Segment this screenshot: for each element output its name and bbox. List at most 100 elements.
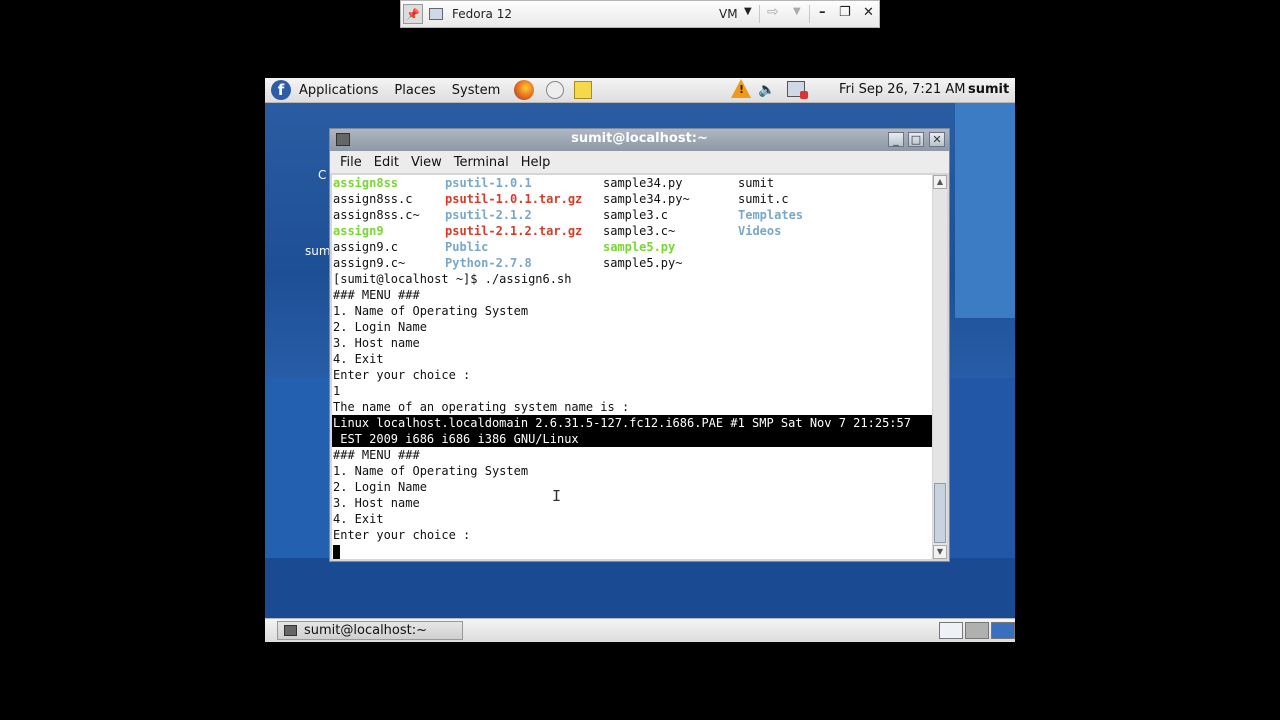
vm-menu-button[interactable]: VM bbox=[719, 7, 738, 21]
ls-entry: psutil-1.0.1 bbox=[445, 176, 532, 190]
top-panel: f Applications Places System ! 🔈 Fri Sep… bbox=[265, 78, 1015, 103]
divider bbox=[809, 5, 810, 23]
workspace-1[interactable] bbox=[939, 622, 963, 639]
ls-entry: Python-2.7.8 bbox=[445, 256, 532, 270]
close-button[interactable]: ✕ bbox=[929, 132, 945, 147]
terminal-line: 1. Name of Operating System bbox=[333, 464, 529, 478]
terminal-line: 1. Name of Operating System bbox=[333, 304, 529, 318]
terminal-line: 2. Login Name bbox=[333, 320, 427, 334]
ls-entry: psutil-1.0.1.tar.gz bbox=[445, 192, 583, 206]
terminal-window: sumit@localhost:~ _ □ ✕ File Edit View T… bbox=[329, 128, 950, 562]
ls-row: assign9.c Public sample5.py bbox=[332, 240, 932, 256]
scroll-up-icon[interactable]: ▲ bbox=[933, 175, 947, 189]
ls-row: assign9 psutil-2.1.2.tar.gz sample3.c~ Vide… bbox=[332, 224, 932, 240]
terminal-line: Enter your choice : bbox=[333, 368, 471, 382]
menu-edit[interactable]: Edit bbox=[374, 155, 399, 170]
terminal-line: 2. Login Name bbox=[333, 480, 427, 494]
taskbar-item-terminal[interactable]: sumit@localhost:~ bbox=[277, 621, 463, 640]
menu-help[interactable]: Help bbox=[521, 155, 551, 170]
minimize-button[interactable]: _ bbox=[888, 132, 904, 147]
notes-icon[interactable] bbox=[574, 81, 593, 99]
menu-applications[interactable]: Applications bbox=[299, 83, 378, 98]
maximize-button[interactable]: □ bbox=[908, 132, 924, 147]
forward-icon[interactable]: ⇨ bbox=[767, 4, 779, 20]
monitor-icon bbox=[429, 8, 443, 20]
terminal-line: ### MENU ### bbox=[333, 448, 420, 462]
pin-icon[interactable]: 📌 bbox=[403, 4, 423, 24]
ls-row: assign9.c~ Python-2.7.8 sample5.py~ bbox=[332, 256, 932, 272]
ls-entry: sample34.py~ bbox=[603, 192, 690, 206]
scroll-down-icon[interactable]: ▼ bbox=[933, 545, 947, 559]
ls-entry: sample5.py~ bbox=[603, 256, 683, 270]
desktop-icon-label[interactable]: sum bbox=[305, 244, 331, 258]
bottom-panel: sumit@localhost:~ bbox=[265, 618, 1015, 642]
restore-button[interactable]: ❐ bbox=[839, 5, 851, 20]
network-icon[interactable] bbox=[787, 81, 808, 99]
ls-entry: sample5.py bbox=[603, 240, 676, 254]
terminal-line: 4. Exit bbox=[333, 352, 384, 366]
menu-system[interactable]: System bbox=[452, 83, 500, 98]
vm-toolbar: 📌 Fedora 12 VM ▼ ⇨ ▼ – ❐ ✕ bbox=[400, 0, 880, 28]
terminal-line: ### MENU ### bbox=[333, 288, 420, 302]
scrollbar[interactable]: ▲ ▼ bbox=[933, 175, 947, 559]
divider bbox=[759, 5, 760, 23]
user-name[interactable]: sumit bbox=[968, 82, 1009, 97]
ls-entry: Public bbox=[445, 240, 489, 254]
ls-entry: sample3.c~ bbox=[603, 224, 676, 238]
mouse-ibeam-icon: I bbox=[552, 487, 562, 505]
ls-entry: assign8ss bbox=[333, 176, 399, 190]
clock[interactable]: Fri Sep 26, 7:21 AM bbox=[839, 82, 966, 97]
scroll-thumb[interactable] bbox=[934, 483, 946, 543]
volume-icon[interactable]: 🔈 bbox=[758, 82, 775, 98]
menu-terminal[interactable]: Terminal bbox=[454, 155, 509, 170]
chevron-down-icon[interactable]: ▼ bbox=[744, 6, 752, 17]
taskbar-item-label: sumit@localhost:~ bbox=[304, 623, 428, 638]
terminal-line: The name of an operating system name is … bbox=[333, 400, 630, 414]
terminal-icon bbox=[284, 625, 297, 636]
ls-entry: sumit bbox=[738, 176, 775, 190]
ls-entry: assign9 bbox=[333, 224, 384, 238]
workspace-2[interactable] bbox=[965, 622, 989, 639]
terminal-menubar: File Edit View Terminal Help bbox=[330, 151, 949, 173]
text-cursor bbox=[333, 545, 340, 559]
chevron-down-icon[interactable]: ▼ bbox=[793, 6, 801, 17]
terminal-line: 4. Exit bbox=[333, 512, 384, 526]
menu-file[interactable]: File bbox=[340, 155, 362, 170]
vm-title: Fedora 12 bbox=[452, 7, 512, 21]
fedora-logo-icon[interactable]: f bbox=[271, 80, 291, 100]
firefox-icon[interactable] bbox=[514, 80, 535, 100]
ls-entry: psutil-2.1.2.tar.gz bbox=[445, 224, 583, 238]
close-button[interactable]: ✕ bbox=[863, 5, 874, 20]
ls-entry: sample3.c bbox=[603, 208, 669, 222]
terminal-line: 3. Host name bbox=[333, 336, 420, 350]
show-desktop-icon[interactable] bbox=[991, 622, 1015, 639]
ls-entry: psutil-2.1.2 bbox=[445, 208, 532, 222]
terminal-line: [sumit@localhost ~]$ ./assign6.sh bbox=[333, 272, 572, 286]
minimize-button[interactable]: – bbox=[819, 5, 826, 20]
ls-entry: assign8ss.c bbox=[333, 192, 413, 206]
ls-entry: assign9.c bbox=[333, 240, 399, 254]
menu-places[interactable]: Places bbox=[394, 83, 435, 98]
terminal-screen[interactable]: assign8ss psutil-1.0.1 sample34.py sumit ass… bbox=[332, 175, 932, 559]
terminal-line: Linux localhost.localdomain 2.6.31.5-127… bbox=[333, 416, 911, 430]
guest-desktop: f Applications Places System ! 🔈 Fri Sep… bbox=[265, 78, 1015, 642]
terminal-line: 1 bbox=[333, 384, 341, 398]
desktop-icon-label[interactable]: C bbox=[318, 168, 326, 182]
ls-row: assign8ss.c psutil-1.0.1.tar.gz sample34.p… bbox=[332, 192, 932, 208]
window-title: sumit@localhost:~ bbox=[571, 131, 708, 146]
ls-row: assign8ss.c~ psutil-2.1.2 sample3.c Templat… bbox=[332, 208, 932, 224]
ls-entry: sample34.py bbox=[603, 176, 683, 190]
terminal-line: 3. Host name bbox=[333, 496, 420, 510]
ls-entry: sumit.c bbox=[738, 192, 789, 206]
ls-entry: assign8ss.c~ bbox=[333, 208, 420, 222]
menu-view[interactable]: View bbox=[411, 155, 442, 170]
terminal-line: Enter your choice : bbox=[333, 528, 471, 542]
mail-icon[interactable] bbox=[546, 81, 565, 99]
ls-entry: Videos bbox=[738, 224, 782, 238]
window-titlebar[interactable]: sumit@localhost:~ _ □ ✕ bbox=[330, 129, 949, 151]
selected-output[interactable]: Linux localhost.localdomain 2.6.31.5-127… bbox=[332, 415, 932, 447]
ls-entry: assign9.c~ bbox=[333, 256, 406, 270]
ls-row: assign8ss psutil-1.0.1 sample34.py sumit bbox=[332, 176, 932, 192]
terminal-line: EST 2009 i686 i686 i386 GNU/Linux bbox=[333, 432, 579, 446]
ls-entry: Templates bbox=[738, 208, 804, 222]
